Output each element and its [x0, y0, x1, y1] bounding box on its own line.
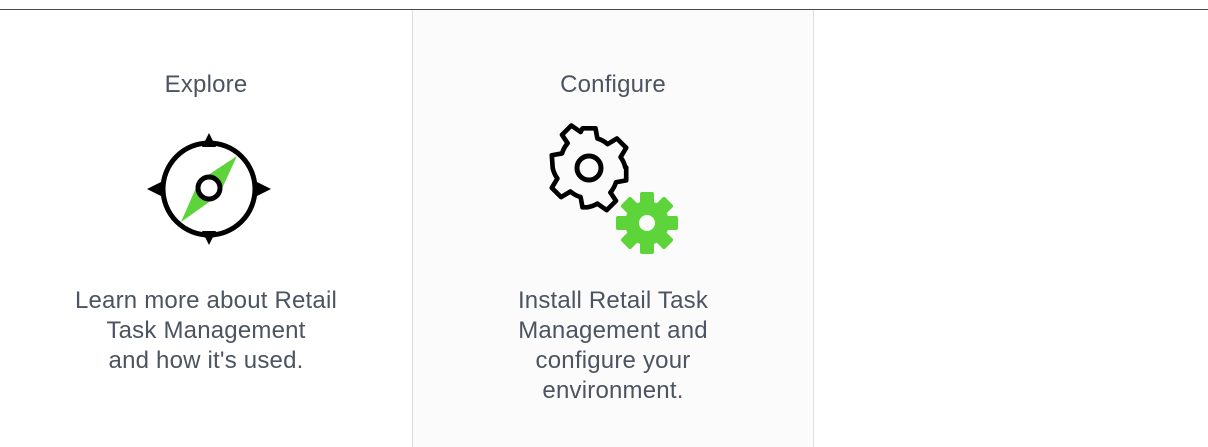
configure-card-title: Configure: [560, 71, 666, 98]
configure-card-description: Install Retail Task Management and confi…: [413, 286, 813, 406]
description-line: and how it's used.: [108, 347, 304, 374]
configure-card[interactable]: Configure Install Retail Task Management…: [412, 10, 814, 447]
description-line: environment.: [542, 377, 684, 404]
explore-card-description: Learn more about Retail Task Management …: [0, 286, 412, 376]
card-row: Explore Learn more about Retail Task Man…: [0, 10, 1208, 447]
description-line: configure your: [535, 347, 691, 374]
compass-icon: [147, 133, 271, 245]
gears-icon: [549, 123, 678, 254]
description-line: Management and: [518, 317, 708, 344]
empty-card: [814, 10, 1208, 447]
explore-card[interactable]: Explore Learn more about Retail Task Man…: [0, 10, 412, 447]
explore-card-title: Explore: [164, 71, 248, 98]
description-line: Install Retail Task: [517, 287, 709, 314]
description-line: Learn more about Retail: [74, 287, 338, 314]
description-line: Task Management: [106, 317, 306, 344]
